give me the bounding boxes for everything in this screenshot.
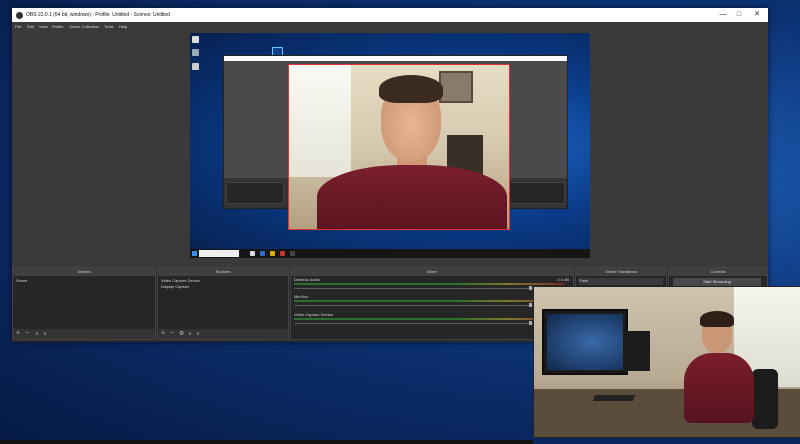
preview-canvas[interactable] [190,33,590,258]
transition-select[interactable]: Fade [579,278,663,285]
source-item[interactable]: Display Capture [161,284,189,289]
volume-slider[interactable] [294,323,564,324]
source-down-icon[interactable]: ∨ [196,330,200,338]
sources-dock: Sources Video Capture Device Display Cap… [157,267,289,340]
video-capture-source[interactable] [288,64,510,230]
scene-up-icon[interactable]: ∧ [35,330,39,338]
scene-item[interactable]: Scene [16,278,27,283]
menu-help[interactable]: Help [119,24,127,29]
pip-monitor [542,309,628,375]
title-bar: OBS 22.0.1 (64 bit, windows) - Profile: … [12,8,768,22]
cam-painting [439,71,473,103]
menu-tools[interactable]: Tools [104,24,113,29]
add-source-icon[interactable]: + [161,330,165,338]
scenes-dock: Scenes Scene + − ∧ ∨ [12,267,156,340]
maximize-button[interactable]: □ [734,10,744,20]
pip-chair [752,369,778,429]
remove-source-icon[interactable]: − [170,330,174,338]
pip-person-hair [700,311,734,327]
taskview-icon [250,251,255,256]
controls-title: Controls [669,268,767,276]
host-taskbar [0,440,533,444]
mixer-title: Mixer [291,268,573,276]
menu-edit[interactable]: Edit [27,24,34,29]
scenes-toolbar: + − ∧ ∨ [13,329,155,339]
source-item[interactable]: Video Capture Device [161,278,200,283]
menu-bar: File Edit View Profile Scene Collection … [12,22,768,31]
menu-scene-collection[interactable]: Scene Collection [69,24,99,29]
volume-slider[interactable] [294,288,564,289]
volume-slider-handle[interactable] [529,303,532,307]
taskbar-search [199,250,239,257]
recycle-bin-icon [192,36,199,43]
app-icon [280,251,285,256]
captured-controls-panel [507,182,565,204]
start-icon [192,251,197,256]
mixer-channel-volume: 0.0 dB [557,277,569,282]
transitions-title: Scene Transitions [576,268,666,276]
audio-mixer-dock: Mixer Desktop Audio 0.0 dB Mic/Aux 0.0 d… [290,267,574,340]
cam-person-hair [379,75,443,103]
pip-keyboard [592,395,636,401]
mixer-channel-name: Mic/Aux [294,294,309,299]
menu-file[interactable]: File [15,24,21,29]
mixer-channel-name: Video Capture Device [294,312,333,317]
start-streaming-button[interactable]: Start Streaming [673,278,761,286]
menu-view[interactable]: View [39,24,48,29]
window-title: OBS 22.0.1 (64 bit, windows) - Profile: … [26,12,170,18]
presenter-webcam-overlay [533,286,800,438]
minimize-button[interactable]: — [718,10,728,20]
volume-meter [294,300,564,302]
volume-meter [294,283,564,285]
edge-icon [260,251,265,256]
obs-app-icon [16,12,23,19]
desktop-shortcut-icon [192,63,199,70]
add-scene-icon[interactable]: + [16,330,20,338]
source-properties-gear-icon[interactable]: ⚙ [179,330,184,338]
close-button[interactable]: ✕ [752,10,762,20]
scenes-list: Scene [13,276,155,329]
sources-title: Sources [158,268,288,276]
sources-toolbar: + − ⚙ ∧ ∨ [158,329,288,339]
pip-person-body [684,353,754,423]
remove-scene-icon[interactable]: − [25,330,29,338]
obs-taskbar-icon [290,251,295,256]
pip-monitor-screen [547,314,623,370]
cam-person-body [317,165,507,229]
volume-slider-handle[interactable] [529,321,532,325]
captured-taskbar [190,249,590,258]
volume-slider[interactable] [294,305,564,306]
source-up-icon[interactable]: ∧ [188,330,192,338]
mixer-channel-name: Desktop Audio [294,277,320,282]
mixer-channels: Desktop Audio 0.0 dB Mic/Aux 0.0 dB Vide… [291,276,573,339]
cam-window-light [289,65,351,177]
desktop-app-icon [192,49,199,56]
volume-slider-handle[interactable] [529,286,532,290]
explorer-icon [270,251,275,256]
menu-profile[interactable]: Profile [52,24,63,29]
volume-meter [294,318,564,320]
scene-down-icon[interactable]: ∨ [43,330,47,338]
captured-title-bar [224,56,567,61]
sources-list: Video Capture Device Display Capture [158,276,288,329]
pip-second-monitor [626,331,650,371]
captured-scenes-panel [226,182,284,204]
scenes-title: Scenes [13,268,155,276]
